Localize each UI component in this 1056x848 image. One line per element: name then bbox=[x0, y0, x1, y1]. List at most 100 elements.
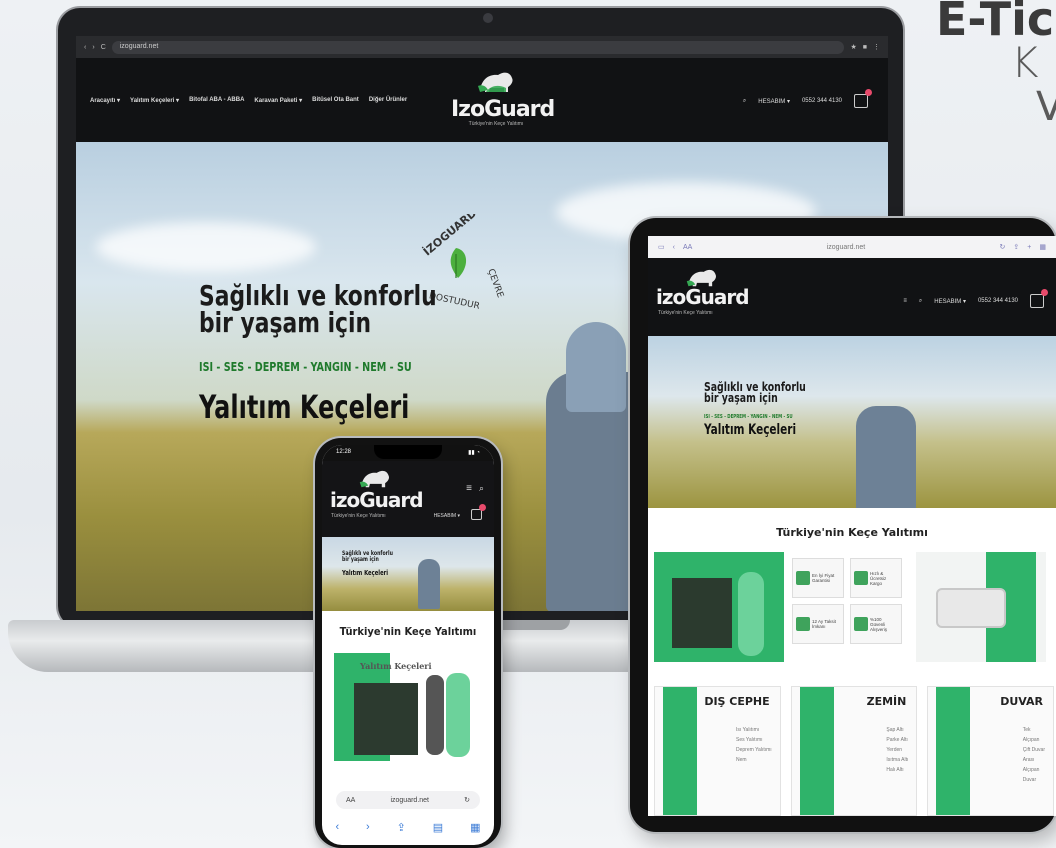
hero-title: Sağlıklı ve konforlu bir yaşam için bbox=[704, 381, 806, 404]
caravan-image[interactable] bbox=[916, 552, 1046, 662]
hamburger-icon[interactable]: ≡ bbox=[903, 298, 907, 304]
category-item: Nem bbox=[736, 757, 747, 763]
extensions-icon[interactable]: ■ bbox=[863, 44, 867, 51]
card-icon bbox=[796, 617, 810, 631]
cloud bbox=[96, 222, 316, 272]
account-menu[interactable]: HESABIM ▾ bbox=[758, 98, 790, 105]
account-menu[interactable]: HESABIM ▾ bbox=[934, 298, 966, 305]
feature-grid: En İyi Fiyat Garantisi Hızlı & Ücretsiz … bbox=[654, 552, 1050, 664]
category-stripe bbox=[799, 687, 834, 815]
tablet-hero: Sağlıklı ve konforlu bir yaşam için ISI … bbox=[648, 336, 1056, 508]
feature-shipping: Hızlı & Ücretsiz Kargo bbox=[850, 558, 902, 598]
nav-item-yalitim[interactable]: Yalıtım Keçeleri ▾ bbox=[130, 97, 179, 104]
category-dis-cephe[interactable]: DIŞ CEPHE Isı Yalıtımı Ses Yalıtımı Depr… bbox=[654, 686, 781, 816]
hero-title-line1: Sağlıklı ve konforlu bbox=[199, 279, 437, 312]
nav-item-bant[interactable]: Bitüsel Ota Bant bbox=[312, 97, 359, 104]
feature-label: Hızlı & Ücretsiz Kargo bbox=[870, 570, 887, 586]
url-text: izoguard.net bbox=[390, 796, 429, 804]
site-logo[interactable]: IzoGuard Türkiye'nin Keçe Yalıtımı bbox=[451, 68, 555, 128]
account-menu[interactable]: HESABIM ▾ bbox=[434, 513, 460, 519]
category-item: Arası bbox=[1022, 757, 1035, 763]
cart-badge bbox=[479, 504, 486, 511]
reload-icon[interactable]: ↻ bbox=[1000, 243, 1006, 251]
category-title: DUVAR bbox=[1000, 695, 1044, 708]
hero-tags: ISI - SES - DEPREM - YANGIN - NEM - SU bbox=[199, 360, 412, 374]
hero-title-line2: bir yaşam için bbox=[342, 556, 379, 563]
tabs-icon[interactable]: ▦ bbox=[470, 821, 480, 834]
nav-item-bitofal[interactable]: Bitofal ABA - ABBA bbox=[189, 97, 244, 104]
back-icon[interactable]: ‹ bbox=[673, 244, 675, 251]
nav-item-araclar[interactable]: Aracayıtı ▾ bbox=[90, 97, 120, 104]
phone-screen: 12:28 ▮▮ ◔ izoGuard Türkiye'nin Keçe Yal… bbox=[322, 445, 494, 845]
search-icon[interactable]: ⌕ bbox=[919, 298, 922, 305]
header-actions: ⌕ HESABIM ▾ 0552 344 4130 bbox=[743, 89, 872, 108]
star-icon[interactable]: ★ bbox=[850, 43, 856, 51]
logo-wordmark[interactable]: izoGuard bbox=[656, 286, 750, 308]
forward-icon[interactable]: › bbox=[366, 821, 370, 833]
product-image[interactable]: Yalıtım Keçeleri bbox=[334, 653, 482, 763]
cart-badge bbox=[1041, 289, 1048, 296]
hero-product: Yalıtım Keçeleri bbox=[342, 569, 389, 577]
tabs-icon[interactable]: ▦ bbox=[1039, 243, 1046, 251]
hero-title-line2: bir yaşam için bbox=[199, 306, 372, 339]
stamp-text-top: İZOGUARD bbox=[420, 214, 479, 258]
reload-icon[interactable]: C bbox=[101, 44, 106, 51]
reader-button[interactable]: AA bbox=[683, 244, 692, 251]
share-icon[interactable]: ⇪ bbox=[1013, 243, 1019, 251]
reload-icon[interactable]: ↻ bbox=[464, 796, 470, 804]
felt-roll-dark bbox=[426, 675, 444, 755]
hamburger-icon[interactable]: ≡ bbox=[466, 483, 472, 494]
browser-toolbar: ‹ › C izoguard.net ★ ■ ⋮ bbox=[76, 36, 888, 58]
phone-hero: Sağlıklı ve konforlu bir yaşam için Yalı… bbox=[322, 537, 494, 611]
back-icon[interactable]: ‹ bbox=[84, 44, 86, 51]
feature-installment: 12 Ay Taksit İmkanı bbox=[792, 604, 844, 644]
headline-line3: V bbox=[1036, 84, 1056, 120]
nav-item-karavan[interactable]: Karavan Paketi ▾ bbox=[254, 97, 302, 104]
tablet-header-actions: ≡ ⌕ HESABIM ▾ 0552 344 4130 bbox=[903, 289, 1048, 308]
cart-icon[interactable] bbox=[1030, 289, 1048, 308]
lock-icon bbox=[854, 617, 868, 631]
felt-roll bbox=[738, 572, 764, 656]
logo-wordmark[interactable]: izoGuard bbox=[330, 489, 424, 511]
forward-icon[interactable]: › bbox=[92, 44, 94, 51]
stamp-text-right: ÇEVRE bbox=[485, 268, 505, 300]
search-icon[interactable]: ⌕ bbox=[743, 98, 746, 105]
sidebar-icon[interactable]: ▭ bbox=[658, 243, 665, 251]
price-icon bbox=[796, 571, 810, 585]
category-item: Alçıpan bbox=[1022, 767, 1040, 773]
feature-secure: %100 Güvenli Alışveriş bbox=[850, 604, 902, 644]
cart-icon[interactable] bbox=[854, 89, 872, 108]
category-duvar[interactable]: DUVAR Tek Alçıpan Çift Duvar Arası Alçıp… bbox=[927, 686, 1055, 816]
category-item: Alçıpan bbox=[1022, 737, 1040, 743]
bison-icon bbox=[359, 470, 389, 488]
father-figure bbox=[856, 406, 916, 508]
headline: E-Tic K V bbox=[936, 0, 1056, 120]
father-figure bbox=[418, 559, 440, 609]
category-zemin[interactable]: ZEMİN Şap Altı Parke Altı Yerden Isıtma … bbox=[790, 686, 918, 816]
tablet-address-bar[interactable]: izoguard.net bbox=[700, 244, 991, 251]
phone-link[interactable]: 0552 344 4130 bbox=[802, 98, 842, 104]
nav-item-diger[interactable]: Diğer Ürünler bbox=[369, 97, 407, 104]
cart-icon[interactable] bbox=[471, 504, 486, 520]
category-item: Tek bbox=[1022, 727, 1031, 733]
menu-icon[interactable]: ⋮ bbox=[873, 43, 880, 51]
address-bar[interactable]: izoguard.net bbox=[111, 40, 845, 54]
product-image[interactable] bbox=[654, 552, 784, 662]
share-icon[interactable]: ⇪ bbox=[397, 821, 406, 834]
phone-address-bar[interactable]: AA izoguard.net ↻ bbox=[336, 791, 480, 809]
section-title: Türkiye'nin Keçe Yalıtımı bbox=[339, 625, 477, 638]
logo-tagline: Türkiye'nin Keçe Yalıtımı bbox=[331, 513, 386, 519]
phone-link[interactable]: 0552 344 4130 bbox=[978, 298, 1018, 304]
feature-label: 12 Ay Taksit İmkanı bbox=[812, 619, 836, 629]
tablet-browser-bar: ▭ ‹ AA izoguard.net ↻ ⇪ + ▦ bbox=[648, 236, 1056, 258]
category-item: Çift Duvar bbox=[1022, 747, 1046, 753]
bookmarks-icon[interactable]: ▤ bbox=[433, 821, 443, 834]
hero-title: Sağlıklı ve konforlu bir yaşam için bbox=[342, 551, 393, 563]
category-item: Yerden bbox=[886, 747, 903, 753]
search-icon[interactable]: ⌕ bbox=[479, 483, 484, 494]
caravan-icon bbox=[936, 588, 1006, 628]
new-tab-icon[interactable]: + bbox=[1027, 244, 1031, 251]
site-header: Aracayıtı ▾ Yalıtım Keçeleri ▾ Bitofal A… bbox=[76, 58, 888, 142]
back-icon[interactable]: ‹ bbox=[335, 821, 339, 833]
reader-button[interactable]: AA bbox=[346, 797, 355, 804]
